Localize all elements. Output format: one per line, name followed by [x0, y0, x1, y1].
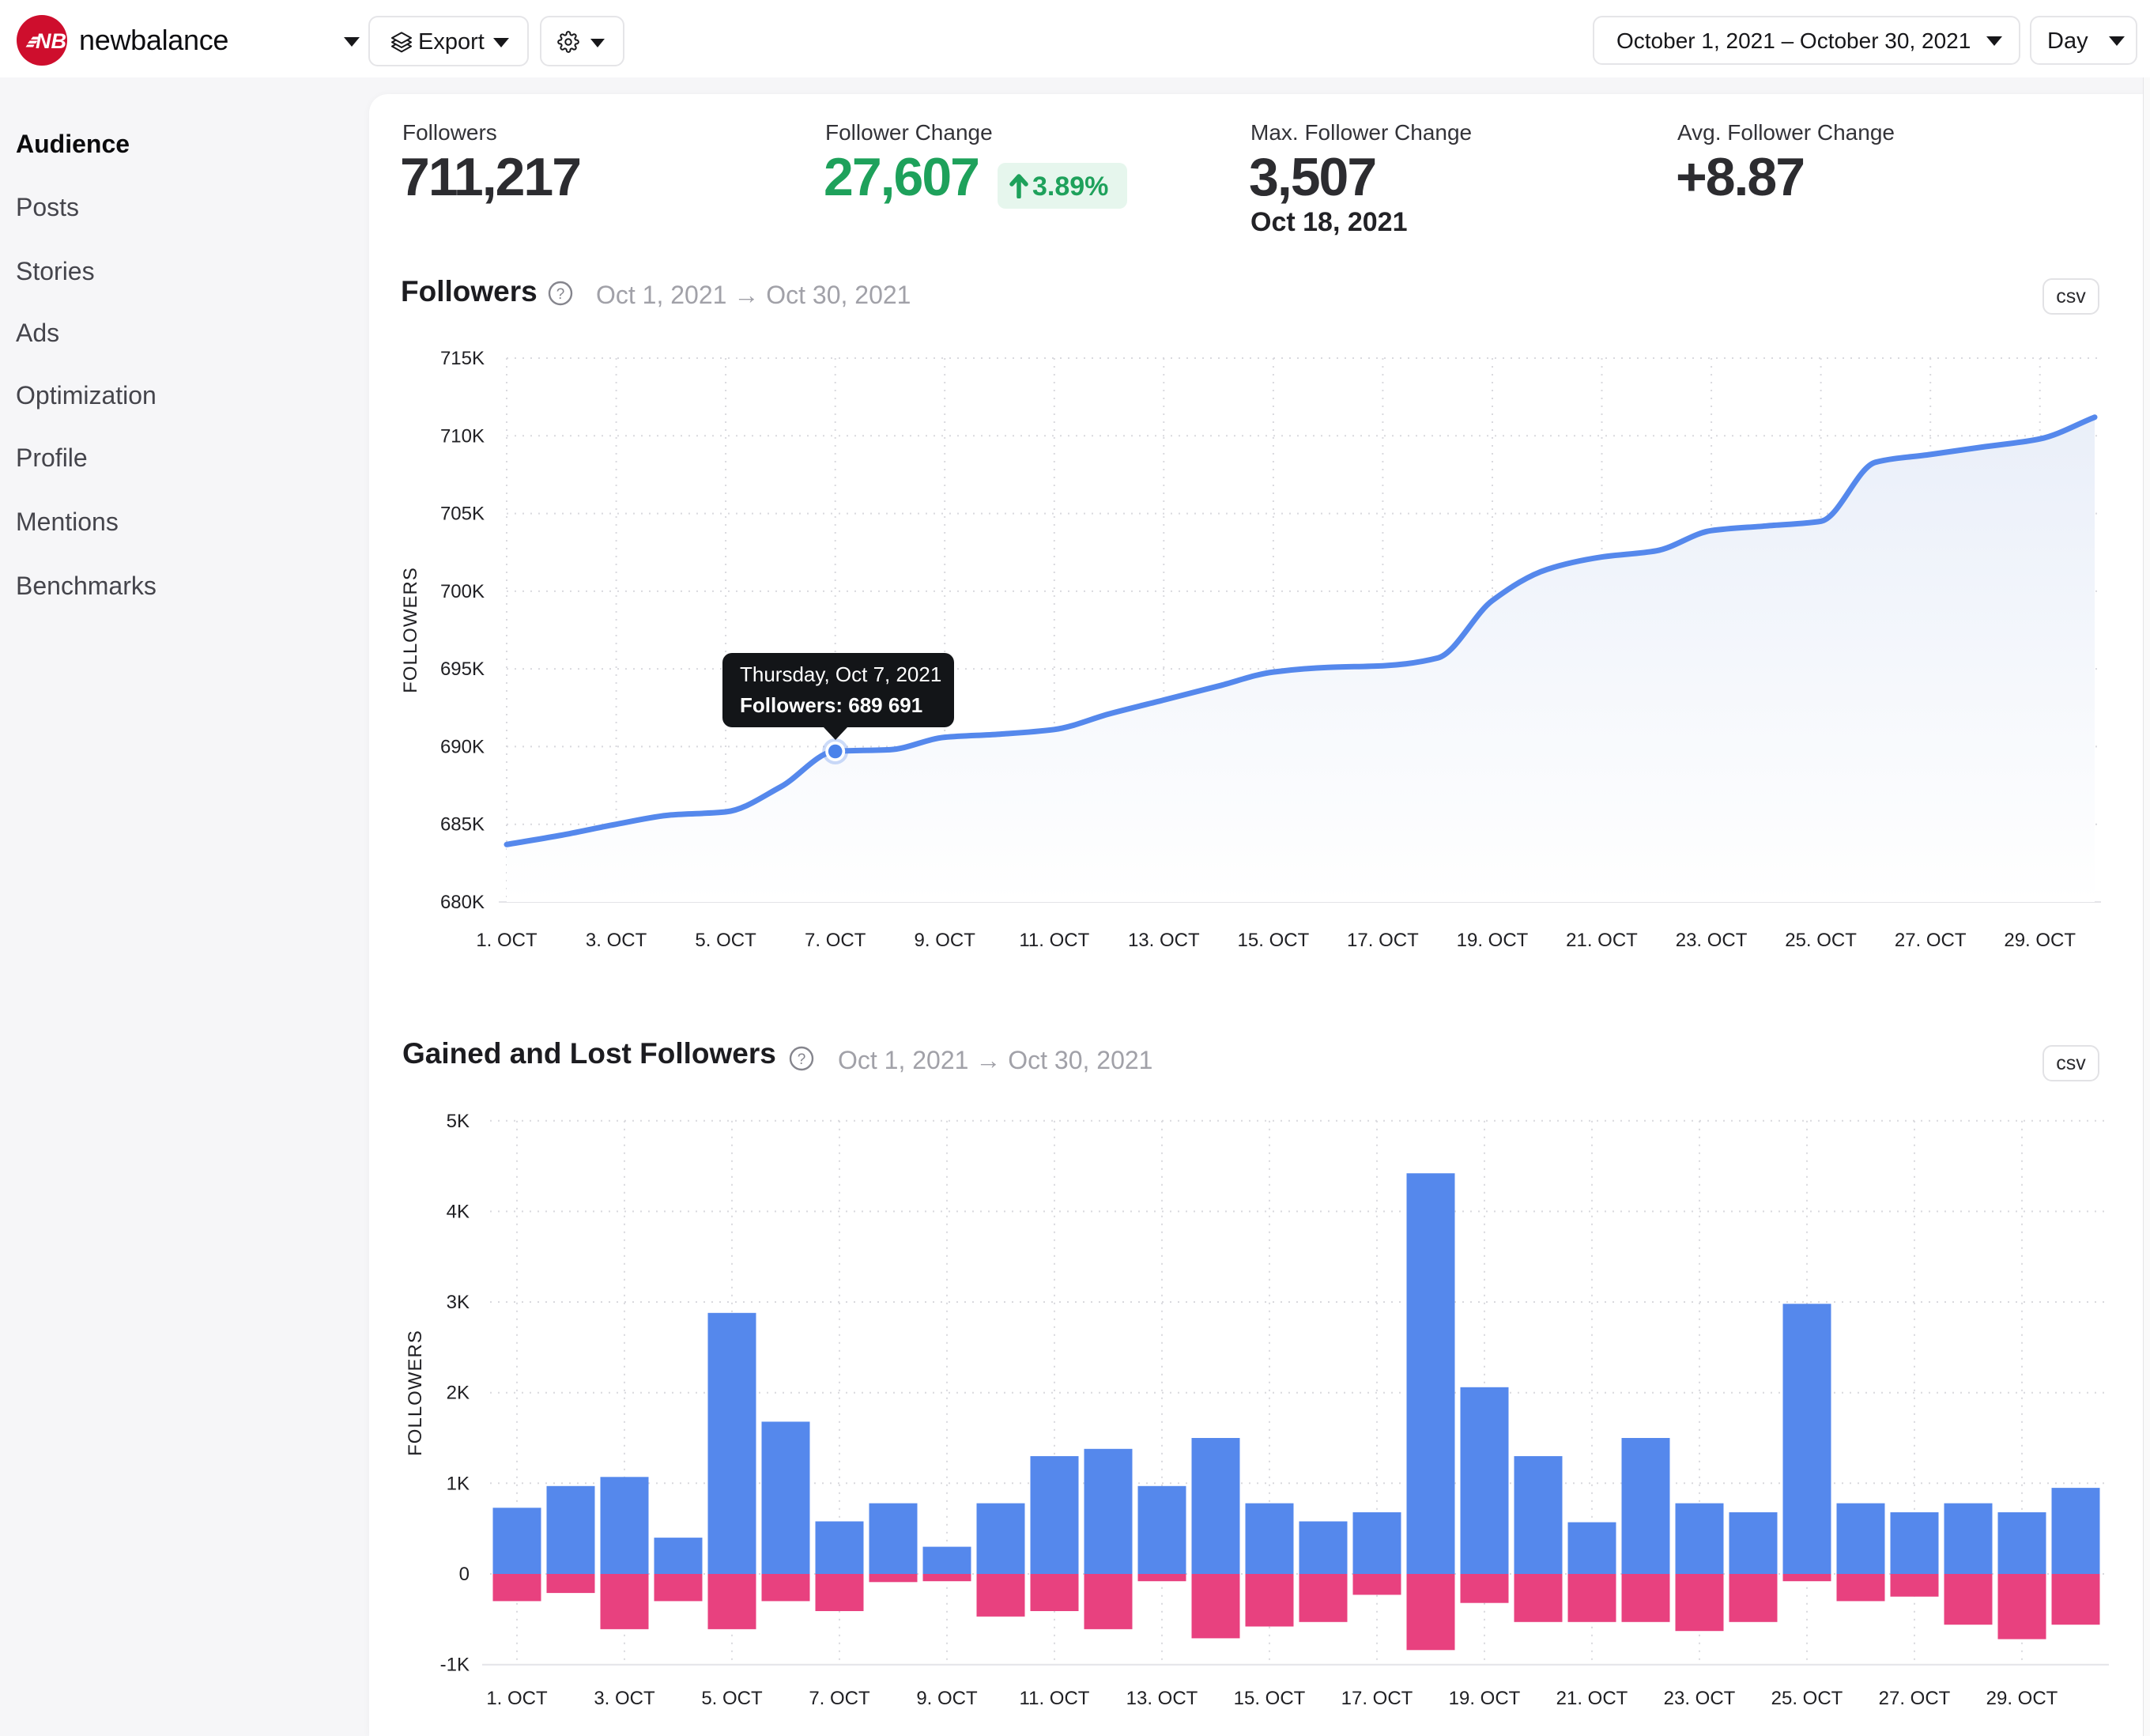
svg-text:685K: 685K	[440, 814, 485, 836]
svg-text:29. OCT: 29. OCT	[2004, 930, 2076, 951]
svg-text:0: 0	[459, 1564, 470, 1585]
svg-text:-1K: -1K	[440, 1655, 470, 1676]
svg-text:25. OCT: 25. OCT	[1771, 1688, 1843, 1709]
svg-text:23. OCT: 23. OCT	[1664, 1688, 1736, 1709]
svg-text:11. OCT: 11. OCT	[1020, 1688, 1090, 1709]
svg-text:?: ?	[798, 1051, 806, 1068]
svg-text:705K: 705K	[440, 504, 485, 525]
svg-text:27. OCT: 27. OCT	[1895, 930, 1967, 951]
svg-text:5. OCT: 5. OCT	[695, 930, 756, 951]
svg-text:710K: 710K	[440, 425, 485, 447]
svg-text:3. OCT: 3. OCT	[594, 1688, 655, 1709]
svg-text:21. OCT: 21. OCT	[1556, 1688, 1628, 1709]
svg-text:29. OCT: 29. OCT	[1986, 1688, 2058, 1709]
svg-text:700K: 700K	[440, 581, 485, 602]
svg-text:19. OCT: 19. OCT	[1457, 930, 1529, 951]
svg-text:7. OCT: 7. OCT	[809, 1688, 870, 1709]
svg-text:3. OCT: 3. OCT	[586, 930, 647, 951]
svg-text:7. OCT: 7. OCT	[805, 930, 866, 951]
svg-text:1K: 1K	[447, 1473, 470, 1494]
svg-text:5K: 5K	[447, 1111, 470, 1132]
svg-text:715K: 715K	[440, 348, 485, 369]
svg-text:3K: 3K	[447, 1292, 470, 1313]
svg-text:25. OCT: 25. OCT	[1785, 930, 1857, 951]
svg-text:19. OCT: 19. OCT	[1449, 1688, 1521, 1709]
svg-text:15. OCT: 15. OCT	[1238, 930, 1310, 951]
svg-text:17. OCT: 17. OCT	[1341, 1688, 1413, 1709]
svg-text:1. OCT: 1. OCT	[486, 1688, 548, 1709]
svg-text:695K: 695K	[440, 659, 485, 680]
svg-text:NB: NB	[36, 29, 66, 53]
svg-text:5. OCT: 5. OCT	[701, 1688, 763, 1709]
svg-text:21. OCT: 21. OCT	[1566, 930, 1638, 951]
svg-text:11. OCT: 11. OCT	[1019, 930, 1089, 951]
svg-text:13. OCT: 13. OCT	[1126, 1688, 1198, 1709]
svg-text:9. OCT: 9. OCT	[915, 930, 976, 951]
svg-text:FOLLOWERS: FOLLOWERS	[400, 567, 421, 693]
svg-text:9. OCT: 9. OCT	[916, 1688, 978, 1709]
svg-text:FOLLOWERS: FOLLOWERS	[405, 1330, 426, 1456]
svg-text:?: ?	[556, 286, 565, 303]
svg-text:23. OCT: 23. OCT	[1676, 930, 1748, 951]
svg-text:13. OCT: 13. OCT	[1128, 930, 1200, 951]
svg-text:2K: 2K	[447, 1383, 470, 1404]
svg-text:15. OCT: 15. OCT	[1234, 1688, 1306, 1709]
svg-text:4K: 4K	[447, 1201, 470, 1222]
svg-text:690K: 690K	[440, 736, 485, 757]
svg-text:680K: 680K	[440, 892, 485, 913]
svg-text:27. OCT: 27. OCT	[1879, 1688, 1951, 1709]
svg-text:17. OCT: 17. OCT	[1347, 930, 1419, 951]
svg-text:1. OCT: 1. OCT	[476, 930, 538, 951]
